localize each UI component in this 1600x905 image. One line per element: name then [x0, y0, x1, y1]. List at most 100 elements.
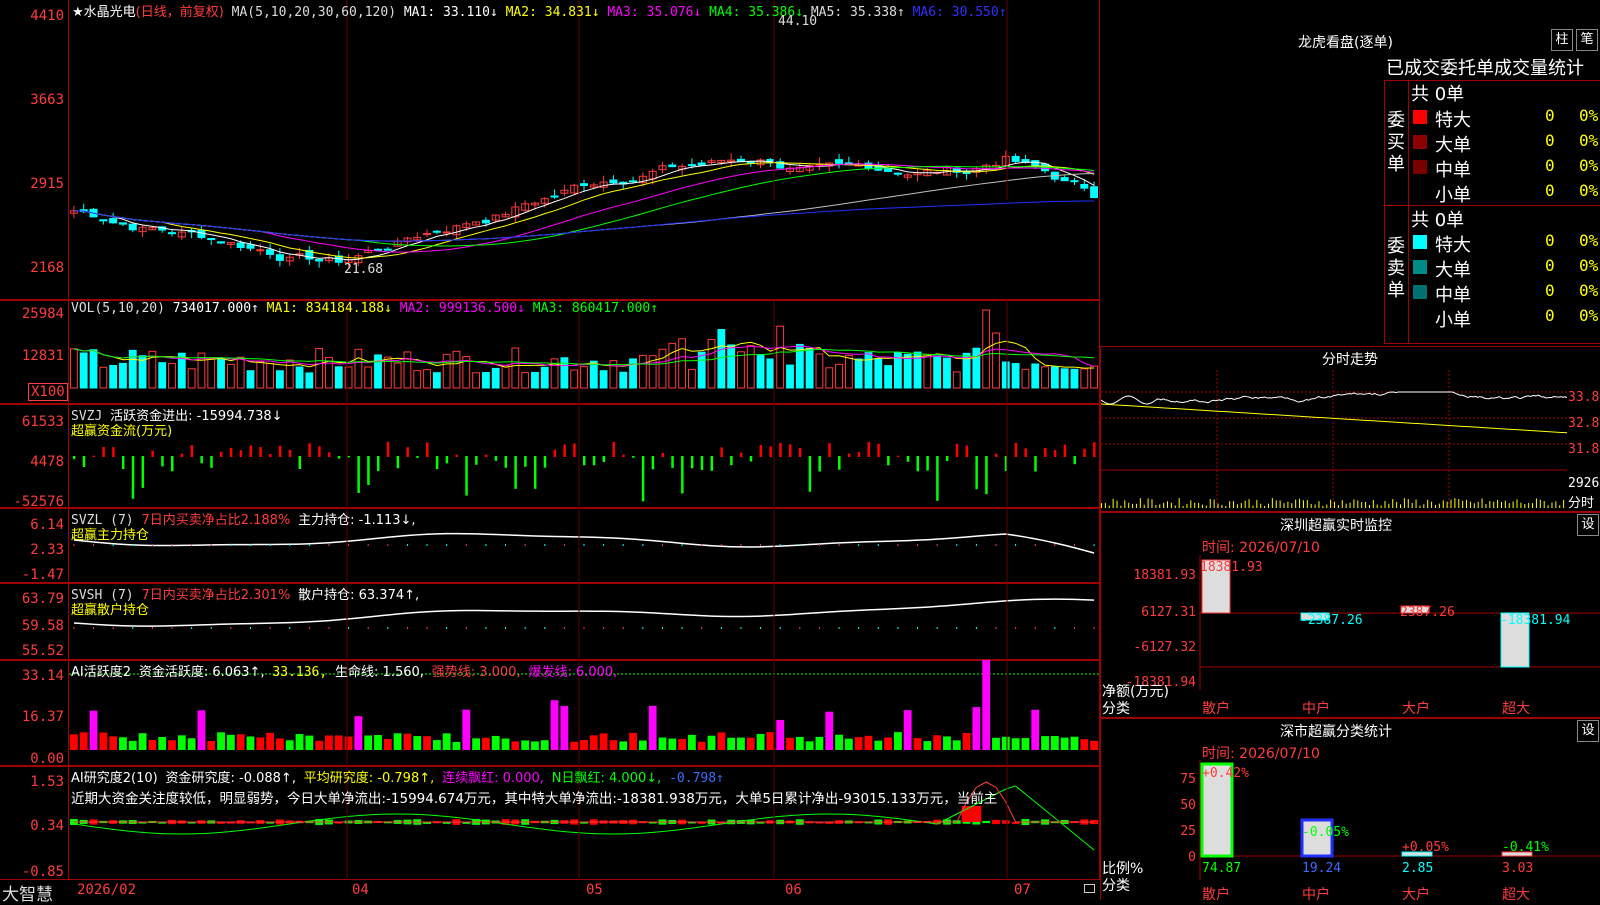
activity-bar [442, 733, 451, 750]
intraday-vol [1497, 499, 1499, 508]
intraday-vol [1500, 502, 1502, 508]
flow-bar [259, 447, 262, 457]
flow-bar [72, 456, 76, 460]
candle-body [1080, 183, 1089, 189]
intraday-vol [1291, 503, 1293, 508]
kline-header: ★水晶光电(日线，前复权) MA(5,10,20,30,60,120) MA1:… [72, 1, 1007, 20]
intraday-vol [1423, 504, 1425, 508]
intraday-vol [1252, 505, 1254, 508]
ai2-tick-1: 1.53 [30, 774, 64, 790]
intraday-vol [1135, 503, 1137, 508]
classify-top-0: +0.42% [1202, 766, 1249, 781]
flow-bar [121, 456, 125, 470]
volume-bar [658, 348, 667, 389]
volume-bar [344, 366, 353, 389]
volume-bar [854, 358, 863, 389]
monitor-cat-label: 分类 [1102, 701, 1130, 717]
tick-mode-button[interactable]: 笔 [1576, 29, 1598, 51]
activity-bar [374, 735, 382, 750]
brand-logo[interactable]: 大智慧 [2, 880, 53, 905]
activity-bar [89, 710, 98, 750]
intraday-vol [1233, 501, 1235, 508]
buy-row-pct: 0% [1579, 156, 1599, 175]
flow-bar [651, 456, 655, 470]
lhb-tab[interactable]: 已成交委托单成交量统计 [1386, 54, 1584, 80]
flow-bar [818, 456, 821, 472]
intraday-vol [1244, 500, 1246, 508]
volume-bar [825, 367, 834, 389]
volume-bar [256, 361, 265, 389]
period-mode[interactable]: (日线，前复权) [136, 5, 224, 20]
activity-bar [992, 737, 1000, 750]
ma1-value: MA1: 33.110↓ [403, 5, 498, 20]
intraday-vol [1174, 505, 1176, 508]
flow-bar [1083, 448, 1086, 457]
intraday-vol [1512, 501, 1514, 508]
vol-unit-badge[interactable]: X100 [28, 383, 68, 401]
intraday-vol [1128, 502, 1130, 508]
candlestick-chart[interactable] [69, 0, 1099, 300]
volume-bar [972, 347, 981, 389]
volume-bar [943, 357, 951, 389]
volume-bar [903, 353, 912, 389]
ma6-value: MA6: 30.550↑ [912, 5, 1007, 20]
intraday-vol [1120, 505, 1122, 508]
monitor-cat-0: 散户 [1202, 701, 1230, 717]
activity-bar [491, 735, 500, 750]
flow-bar [278, 445, 282, 457]
flow-bar [602, 456, 606, 463]
volume-bar [432, 372, 441, 389]
favorite-star-icon[interactable]: ★ [72, 5, 84, 20]
flow-bar [877, 443, 880, 457]
research-bar [1001, 820, 1010, 824]
flow-bar [1014, 442, 1018, 457]
volume-bar [511, 347, 520, 389]
activity-bar [540, 740, 549, 750]
candle-body [629, 180, 638, 183]
volume-bar [1041, 366, 1049, 389]
intraday-vol [1357, 500, 1359, 508]
volume-bar [226, 363, 235, 389]
ma5-value: MA5: 35.338↑ [810, 5, 905, 20]
activity-bar [619, 741, 628, 750]
intraday-vol [1469, 501, 1471, 508]
flow-bar [210, 456, 213, 468]
intraday-vol [1116, 500, 1118, 508]
intraday-vol [1330, 499, 1332, 508]
intraday-vol [1229, 501, 1231, 508]
volume-bar [315, 348, 324, 389]
intraday-vol [1520, 502, 1522, 508]
flow-bar [622, 454, 625, 457]
activity-bar [482, 737, 490, 750]
activity-bar [638, 740, 647, 750]
volume-bar [638, 354, 647, 389]
flow-bar [455, 454, 458, 457]
bar-mode-button[interactable]: 柱 [1551, 29, 1573, 51]
flow-bar [847, 453, 851, 457]
buy-orders-label: 委买单 [1387, 110, 1405, 175]
intraday-vol [1271, 498, 1273, 508]
volume-bar [374, 354, 382, 389]
sell-total: 共 0单 [1411, 210, 1465, 231]
activity-bar [325, 735, 333, 750]
intraday-chart[interactable] [1101, 370, 1567, 510]
sell-row-value: 0 [1545, 281, 1555, 300]
lock-icon[interactable] [1084, 884, 1095, 893]
retail-position-line [73, 598, 1095, 627]
classify-settings-button[interactable]: 设 [1577, 720, 1599, 742]
flow-bar [269, 454, 272, 457]
classify-tick-3: 25 [1180, 824, 1196, 839]
intraday-vol [1322, 505, 1324, 508]
activity-bar [226, 734, 235, 750]
activity-bar [432, 740, 441, 750]
monitor-settings-button[interactable]: 设 [1577, 514, 1599, 536]
intraday-vol [1256, 499, 1258, 508]
flow-bar [416, 456, 419, 458]
activity-bar [884, 737, 892, 750]
activity-bar [1070, 736, 1079, 750]
flow-bar [955, 443, 959, 457]
monitor-value-1: -2387.26 [1300, 613, 1363, 628]
candle-body [835, 159, 844, 164]
volume-bar [354, 348, 363, 389]
intraday-vol [1450, 499, 1452, 508]
